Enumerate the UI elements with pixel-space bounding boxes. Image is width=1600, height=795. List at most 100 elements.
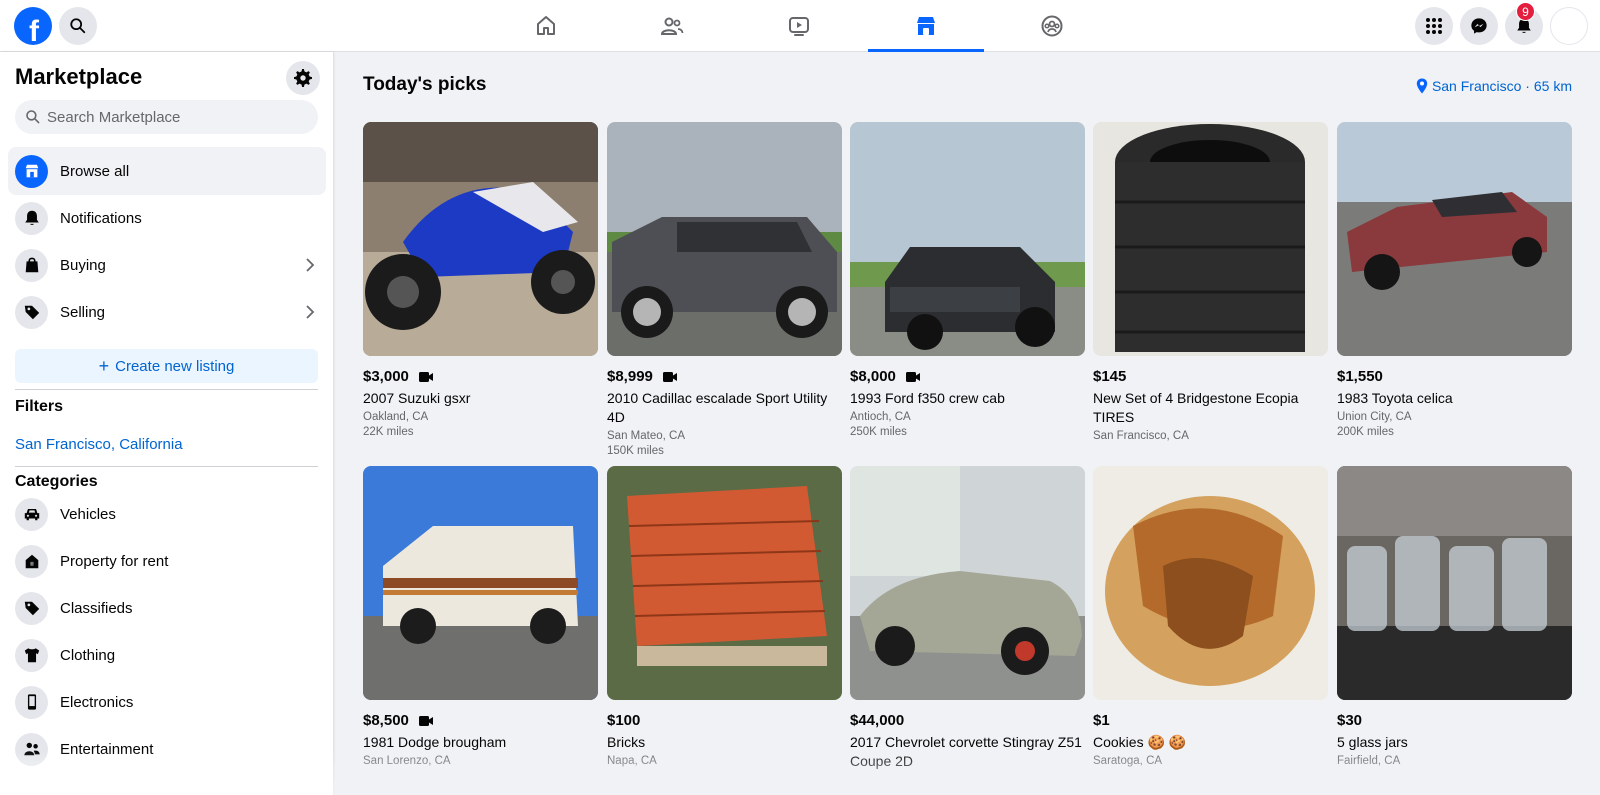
listing-title: 5 glass jars: [1337, 734, 1408, 750]
notification-count-badge: 9: [1516, 2, 1535, 21]
listing-card[interactable]: $8,500 1981 Dodge brougham San Lorenzo, …: [363, 466, 598, 767]
listing-location: Oakland, CA: [363, 411, 429, 423]
listing-card[interactable]: $100 Bricks Napa, CA: [607, 466, 842, 767]
video-camera-icon: [418, 715, 433, 726]
listing-photo[interactable]: [1093, 122, 1328, 356]
listing-card[interactable]: $8,999 2010 Cadillac escalade Sport Util…: [607, 122, 842, 457]
marketplace-icon: [917, 17, 935, 35]
tab-friends[interactable]: [614, 0, 730, 52]
gear-icon: [294, 69, 312, 87]
category-classifieds[interactable]: Classifieds: [8, 584, 326, 632]
sidebar-item-label: Notifications: [60, 209, 142, 227]
sidebar-item-notifications[interactable]: Notifications: [8, 194, 326, 242]
tab-groups[interactable]: [994, 0, 1110, 52]
settings-button[interactable]: [286, 61, 320, 95]
listing-location: San Mateo, CA: [607, 430, 685, 442]
listing-location: Fairfield, CA: [1337, 755, 1401, 767]
sidebar-item-browse-all[interactable]: Browse all: [8, 147, 326, 195]
avatar[interactable]: [1550, 7, 1588, 45]
category-label: Electronics: [60, 693, 134, 711]
listing-card[interactable]: $1,550 1983 Toyota celica Union City, CA…: [1337, 122, 1572, 438]
map-pin-icon: [1416, 78, 1428, 94]
video-camera-icon: [905, 371, 920, 382]
listing-price: $30: [1337, 712, 1363, 729]
listing-mileage: 22K miles: [363, 426, 414, 438]
listing-card[interactable]: $30 5 glass jars Fairfield, CA: [1337, 466, 1572, 767]
search-icon: [70, 18, 86, 34]
tag-icon: [15, 591, 48, 625]
listing-mileage: 150K miles: [607, 445, 664, 457]
menu-button[interactable]: [1415, 7, 1453, 45]
people-icon: [15, 732, 48, 766]
filter-location-link[interactable]: San Francisco, California: [15, 436, 183, 453]
car-icon: [15, 497, 48, 531]
category-clothing[interactable]: Clothing: [8, 631, 326, 679]
location-selector[interactable]: San Francisco · 65 km: [1416, 78, 1572, 94]
category-property-for-rent[interactable]: $ Property for rent: [8, 537, 326, 585]
listing-card[interactable]: $1 Cookies 🍪 🍪 Saratoga, CA: [1093, 466, 1328, 767]
create-new-listing-button[interactable]: + Create new listing: [15, 349, 318, 383]
location-label: San Francisco · 65 km: [1431, 78, 1572, 94]
listing-price: $8,999: [607, 368, 653, 385]
listing-title: 2007 Suzuki gsxr: [363, 390, 471, 406]
listing-price: $44,000: [850, 712, 905, 729]
listing-price: $1: [1093, 712, 1110, 729]
chevron-right-icon: [306, 305, 315, 319]
listing-location: San Lorenzo, CA: [363, 755, 451, 767]
category-label: Vehicles: [60, 505, 116, 523]
listing-card[interactable]: $8,000 1993 Ford f350 crew cab Antioch, …: [850, 122, 1085, 438]
bell-icon: [15, 201, 48, 235]
listing-photo[interactable]: [607, 122, 842, 356]
listing-title: 1983 Toyota celica: [1337, 390, 1453, 406]
listing-title: 1993 Ford f350 crew cab: [850, 390, 1005, 406]
listing-price: $100: [607, 712, 641, 729]
video-icon: [789, 17, 809, 36]
search-marketplace-input[interactable]: [47, 108, 307, 126]
facebook-logo-icon[interactable]: f: [14, 7, 52, 45]
category-electronics[interactable]: Electronics: [8, 678, 326, 726]
home-icon: [537, 16, 555, 35]
search-button[interactable]: [59, 7, 97, 45]
listing-photo[interactable]: [1337, 466, 1572, 700]
listing-title: 2010 Cadillac escalade Sport Utility 4D: [607, 390, 828, 425]
listing-price: $8,500: [363, 712, 409, 729]
listing-price: $145: [1093, 368, 1127, 385]
plus-icon: +: [98, 356, 110, 376]
marketplace-sidebar: Marketplace Browse all Notifications Buy…: [0, 52, 333, 795]
category-vehicles[interactable]: Vehicles: [8, 490, 326, 538]
sidebar-item-selling[interactable]: Selling: [8, 288, 326, 336]
category-label: Classifieds: [60, 599, 133, 617]
listing-photo[interactable]: [363, 466, 598, 700]
listing-location: Napa, CA: [607, 755, 657, 767]
listing-card[interactable]: $44,000 2017 Chevrolet corvette Stingray…: [850, 466, 1085, 771]
tab-marketplace[interactable]: [868, 0, 984, 52]
video-camera-icon: [662, 371, 677, 382]
category-entertainment[interactable]: Entertainment: [8, 725, 326, 773]
listing-title: Cookies 🍪 🍪: [1093, 734, 1187, 750]
divider: [15, 389, 318, 390]
divider: [15, 466, 318, 467]
listing-price: $3,000: [363, 368, 409, 385]
listing-location: Antioch, CA: [850, 411, 911, 423]
top-navigation-bar: f 9: [0, 0, 1600, 52]
listing-photo[interactable]: [607, 466, 842, 700]
sidebar-item-label: Buying: [60, 256, 106, 274]
tab-video[interactable]: [741, 0, 857, 52]
listing-photo[interactable]: [850, 122, 1085, 356]
messenger-button[interactable]: [1460, 7, 1498, 45]
listing-photo[interactable]: [850, 466, 1085, 700]
category-label: Property for rent: [60, 552, 169, 570]
search-marketplace-field[interactable]: [15, 100, 318, 134]
tag-icon: [15, 295, 48, 329]
grid-menu-icon: [1426, 18, 1442, 34]
tab-home[interactable]: [488, 0, 604, 52]
listing-photo[interactable]: [1337, 122, 1572, 356]
listing-photo[interactable]: [363, 122, 598, 356]
sidebar-item-label: Browse all: [60, 162, 130, 180]
listing-mileage: 200K miles: [1337, 426, 1394, 438]
sidebar-item-buying[interactable]: Buying: [8, 241, 326, 289]
listing-card[interactable]: $145 New Set of 4 Bridgestone Ecopia TIR…: [1093, 122, 1328, 442]
listing-photo[interactable]: [1093, 466, 1328, 700]
listing-card[interactable]: $3,000 2007 Suzuki gsxr Oakland, CA 22K …: [363, 122, 598, 438]
listing-price: $8,000: [850, 368, 896, 385]
